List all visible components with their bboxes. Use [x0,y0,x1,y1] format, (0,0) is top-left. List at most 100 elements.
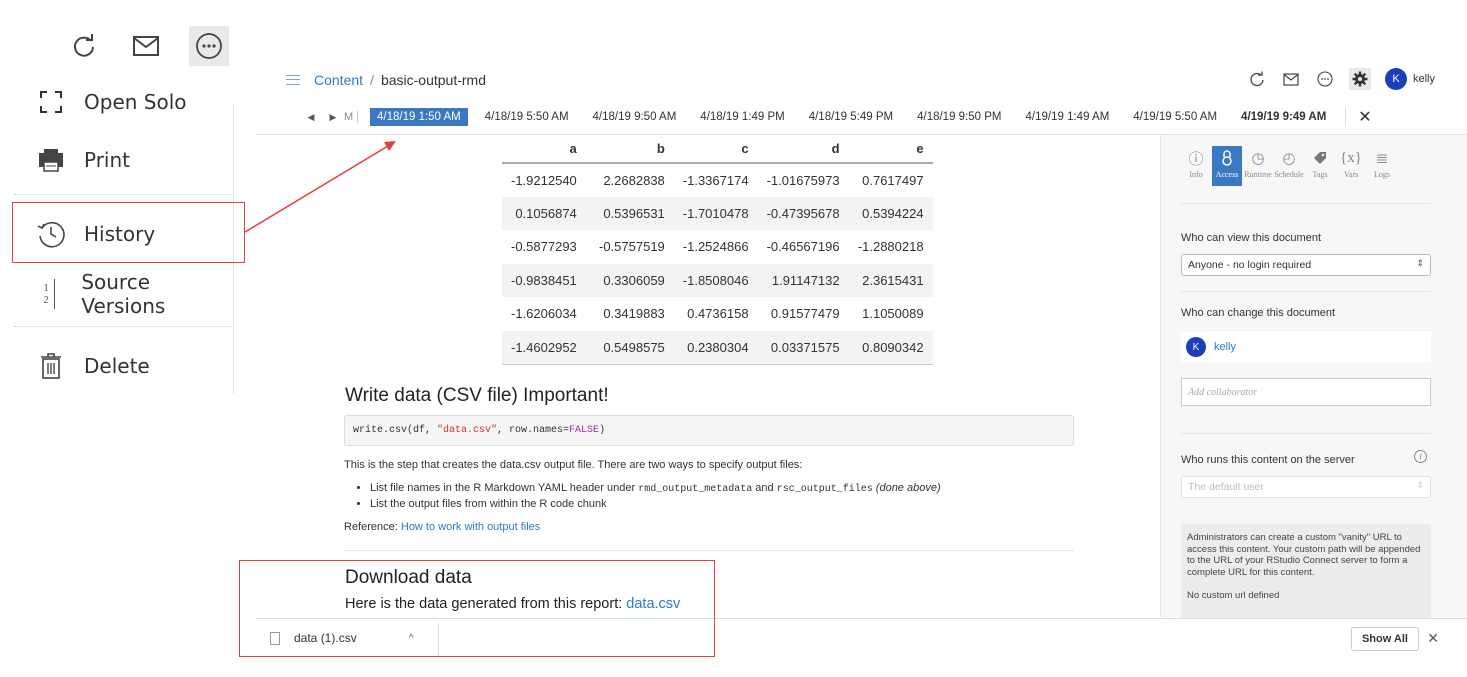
table-cell: -1.9212540 [511,172,577,188]
timeline-entry[interactable]: 4/19/19 5:50 AM [1126,108,1224,126]
list-item: List file names in the R Markdown YAML h… [370,481,941,497]
timeline-entry[interactable]: 4/18/19 9:50 PM [910,108,1008,126]
close-icon[interactable]: ✕ [1427,630,1439,647]
source-versions-icon: 1 2 [38,279,56,309]
add-collaborator-input[interactable]: Add collaborator [1181,378,1431,406]
view-permission-select[interactable]: Anyone - no login required ⇕ [1181,254,1431,276]
table-cell: 0.4736158 [687,306,749,322]
tab-tags[interactable]: Tags [1305,146,1335,186]
close-icon[interactable]: ✕ [1345,107,1372,127]
timeline-entry[interactable]: 4/18/19 9:50 AM [586,108,684,126]
email-icon[interactable] [126,26,166,66]
actions-menu: Open Solo Print History 1 2 Source Versi… [0,0,240,394]
column-header: a [502,135,586,164]
timeline-entry-current[interactable]: 4/19/19 9:49 AM [1234,108,1333,126]
collaborator-item[interactable]: K kelly [1181,332,1431,362]
inline-code: rmd_output_metadata [638,484,753,495]
table-cell: -1.4602952 [502,330,586,365]
menu-item-open-solo[interactable]: Open Solo [14,74,234,130]
email-icon[interactable] [1281,69,1301,89]
table-cell: 0.03371575 [757,330,849,365]
select-value: Anyone - no login required [1188,259,1312,271]
table-header-row: a b c d e [502,135,933,164]
avatar[interactable]: K [1384,68,1407,90]
timeline-next-icon[interactable]: ▶ [322,112,344,123]
panel-divider [1181,291,1431,292]
reference-line: Reference: How to work with output files [344,521,540,533]
refresh-icon[interactable] [64,26,104,66]
download-highlight-box [239,560,715,657]
glyph-bottom: 2 [43,294,49,306]
select-value: The default user [1188,481,1264,493]
table-cell: 2.3615431 [848,263,933,297]
tab-access[interactable]: Access [1212,146,1242,186]
table-cell: 0.5498575 [585,330,674,365]
view-permission-label: Who can view this document [1181,232,1322,244]
logs-icon: ≣ [1375,150,1389,167]
table-cell: 0.7617497 [862,172,924,188]
timeline-month-marker: M [344,111,358,123]
timeline-entry[interactable]: 4/18/19 5:49 PM [802,108,900,126]
column-header: b [585,135,674,164]
history-highlight-box [12,202,245,263]
column-header: c [673,135,758,164]
breadcrumb-content-link[interactable]: Content [314,72,363,88]
clock-icon: ◴ [1282,150,1296,167]
table-cell: -1.2880218 [857,239,924,255]
table-cell: -1.3367174 [682,172,749,188]
show-all-button[interactable]: Show All [1350,627,1419,651]
menu-item-delete[interactable]: Delete [14,338,234,394]
menu-top-toolbar [64,26,234,66]
code-string: "data.csv" [437,425,498,436]
tab-label: Vars [1343,170,1359,179]
timeline-entry[interactable]: 4/18/19 5:50 AM [478,108,576,126]
gear-icon[interactable] [1348,68,1371,90]
vars-icon: {x} [1340,149,1362,166]
run-as-label: Who runs this content on the server [1181,454,1355,466]
timeline-entry[interactable]: 4/18/19 1:49 PM [693,108,791,126]
column-header: d [757,135,849,164]
tab-logs[interactable]: ≣ Logs [1367,146,1397,186]
timeline-entry[interactable]: 4/19/19 1:49 AM [1019,108,1117,126]
menu-item-print[interactable]: Print [14,132,234,188]
info-icon[interactable]: i [1414,450,1427,463]
reference-link[interactable]: How to work with output files [401,521,540,533]
settings-panel: ⓘ Info Access ◷ Runtime ◴ Schedule Tags {x}… [1160,135,1467,619]
user-name[interactable]: kelly [1413,73,1435,85]
column-header: e [848,135,933,164]
panel-divider [1181,433,1431,434]
table-cell: -1.6206034 [511,306,577,322]
lock-icon [1221,146,1233,170]
avatar: K [1186,337,1206,357]
hamburger-icon[interactable] [286,75,300,85]
menu-item-source-versions[interactable]: 1 2 Source Versions [14,266,234,322]
tab-vars[interactable]: {x} Vars [1336,146,1366,186]
table-cell: 0.5396531 [585,196,674,230]
header-actions: K kelly [1247,68,1435,90]
list-item-text: and [752,482,777,494]
table-cell: 1.91147132 [757,263,849,297]
tab-runtime[interactable]: ◷ Runtime [1243,146,1273,186]
history-timeline: ◀ ▶ M 4/18/19 1:50 AM 4/18/19 5:50 AM 4/… [300,106,1372,128]
list-item-emphasis: (done above) [872,482,941,494]
tab-schedule[interactable]: ◴ Schedule [1274,146,1304,186]
refresh-icon[interactable] [1247,69,1267,89]
timeline-entry-selected[interactable]: 4/18/19 1:50 AM [370,108,468,126]
timeline-prev-icon[interactable]: ◀ [300,112,322,123]
tab-label: Access [1215,170,1239,179]
collaborator-name[interactable]: kelly [1214,341,1236,353]
more-options-icon[interactable] [1315,69,1335,89]
more-options-icon[interactable] [189,26,229,66]
table-cell: 0.91577479 [770,306,840,322]
breadcrumb: Content / basic-output-rmd [286,72,486,88]
code-keyword: FALSE [569,425,600,436]
bullet-list: List file names in the R Markdown YAML h… [360,481,941,511]
document-view: a b c d e -1.9212540 2.2682838 -1.3367174-… [256,135,1160,617]
run-as-select: The default user ⇕ [1181,476,1431,498]
vanity-url-text: Administrators can create a custom "vani… [1187,532,1421,578]
vanity-url-status: No custom url defined [1187,590,1280,601]
tag-icon [1313,146,1327,170]
table-cell: 0.3419883 [603,306,665,322]
paragraph: This is the step that creates the data.c… [344,459,803,471]
tab-info[interactable]: ⓘ Info [1181,146,1211,186]
